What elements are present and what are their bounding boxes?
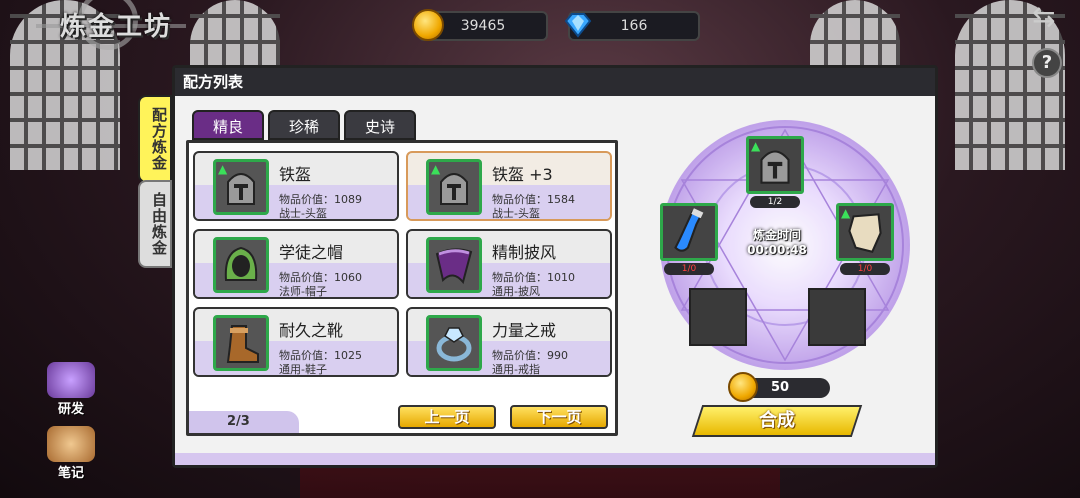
- timer-label: 炼金时间: [752, 228, 801, 242]
- alchemy-slot-helmet[interactable]: ▲: [746, 136, 804, 194]
- gold-amount: 39465: [460, 18, 506, 34]
- tab-epic[interactable]: 史诗: [344, 110, 416, 140]
- recipe-class: 通用-披风: [492, 285, 540, 298]
- diamond-icon: [562, 9, 594, 41]
- recipe-card[interactable]: 力量之戒 物品价值：990 通用-戒指: [406, 307, 612, 377]
- gold-counter: 39465: [412, 9, 548, 41]
- page-indicator: 2/3: [189, 411, 299, 433]
- potion-icon: [674, 208, 704, 252]
- research-label: 研发: [57, 402, 84, 417]
- material-count: 1/0: [664, 263, 714, 275]
- help-icon[interactable]: ?: [1032, 48, 1062, 78]
- upgrade-arrow-icon: ▲: [218, 162, 228, 176]
- material-count: 1/2: [750, 196, 800, 208]
- alchemy-slot-potion[interactable]: [660, 203, 718, 261]
- diamond-amount: 166: [620, 18, 648, 34]
- timer-value: 00:00:48: [747, 243, 807, 257]
- recipe-card[interactable]: 学徒之帽 物品价值：1060 法师-帽子: [193, 229, 399, 299]
- recipe-list: ▲ 铁盔 物品价值：1089 战士-头盔 ▲ 铁盔 +3 物品价值：1584 战…: [186, 140, 618, 436]
- alchemy-timer: 炼金时间 00:00:48: [742, 226, 812, 257]
- recipe-name: 铁盔: [279, 165, 312, 184]
- tab-fine[interactable]: 精良: [192, 110, 264, 140]
- notes-label: 笔记: [57, 466, 84, 481]
- recipe-class: 法师-帽子: [279, 285, 327, 298]
- cost-amount: 50: [770, 380, 790, 395]
- tab-recipe-alchemy[interactable]: 配方炼金: [138, 95, 172, 183]
- back-icon[interactable]: ⇆: [1032, 3, 1076, 32]
- next-page-button[interactable]: 下一页: [510, 405, 608, 429]
- recipe-name: 精制披风: [492, 243, 557, 262]
- upgrade-arrow-icon: ▲: [751, 139, 761, 153]
- notes-icon: [47, 426, 95, 462]
- helmet-icon: ▲: [426, 159, 482, 215]
- cape-icon: [426, 237, 482, 293]
- recipe-class: 战士-头盔: [492, 207, 540, 220]
- hood-icon: [213, 237, 269, 293]
- ring-icon: [426, 315, 482, 371]
- alchemy-slot-cloth[interactable]: ▲: [836, 203, 894, 261]
- recipe-class: 通用-戒指: [492, 363, 540, 376]
- material-count: 1/0: [840, 263, 890, 275]
- recipe-name: 耐久之靴: [279, 321, 344, 340]
- upgrade-arrow-icon: ▲: [431, 162, 441, 176]
- alchemy-cost: 50: [728, 372, 830, 402]
- diamond-counter: 166: [564, 11, 700, 41]
- recipe-card[interactable]: 耐久之靴 物品价值：1025 通用-鞋子: [193, 307, 399, 377]
- research-button[interactable]: 研发: [42, 362, 100, 418]
- gold-coin-icon: [728, 372, 758, 402]
- synthesize-button[interactable]: 合成: [691, 405, 863, 437]
- recipe-name: 学徒之帽: [279, 243, 344, 262]
- recipe-card[interactable]: ▲ 铁盔 物品价值：1089 战士-头盔: [193, 151, 399, 221]
- panel-title: 配方列表: [175, 68, 935, 96]
- research-icon: [47, 362, 95, 398]
- page-title: 炼金工坊: [60, 12, 173, 42]
- recipe-class: 通用-鞋子: [279, 363, 327, 376]
- helmet-icon: ▲: [213, 159, 269, 215]
- prev-page-button[interactable]: 上一页: [398, 405, 496, 429]
- empty-slot[interactable]: [808, 288, 866, 346]
- upgrade-arrow-icon: ▲: [841, 206, 851, 220]
- gold-coin-icon: [412, 9, 444, 41]
- tab-rare[interactable]: 珍稀: [268, 110, 340, 140]
- empty-slot[interactable]: [689, 288, 747, 346]
- notes-button[interactable]: 笔记: [42, 426, 100, 482]
- tab-free-alchemy[interactable]: 自由炼金: [138, 180, 172, 268]
- boots-icon: [213, 315, 269, 371]
- panel-footer-decor: [175, 453, 935, 465]
- recipe-name: 铁盔 +3: [492, 165, 553, 184]
- synthesize-label: 合成: [759, 410, 795, 431]
- recipe-card[interactable]: 精制披风 物品价值：1010 通用-披风: [406, 229, 612, 299]
- recipe-name: 力量之戒: [492, 321, 557, 340]
- recipe-class: 战士-头盔: [279, 207, 327, 220]
- recipe-card[interactable]: ▲ 铁盔 +3 物品价值：1584 战士-头盔: [406, 151, 612, 221]
